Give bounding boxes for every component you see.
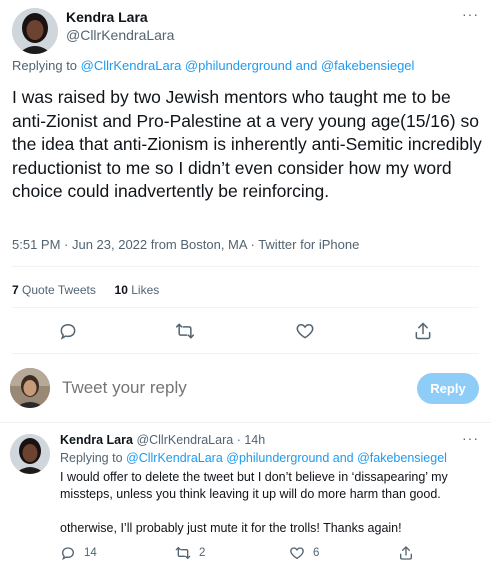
- author-name[interactable]: Kendra Lara: [66, 9, 148, 25]
- reply-author-handle[interactable]: @CllrKendraLara: [136, 433, 233, 447]
- author-avatar[interactable]: [12, 8, 58, 54]
- tweet-meta: 5:51 PM · Jun 23, 2022 from Boston, MA ·…: [12, 237, 359, 252]
- retweet-count: 2: [199, 547, 206, 559]
- reply-text: I would offer to delete the tweet but I …: [60, 469, 480, 554]
- replying-prefix: Replying to: [12, 58, 78, 73]
- like-count: 6: [313, 547, 320, 559]
- replying-handles[interactable]: @CllrKendraLara @philunderground and @fa…: [81, 58, 415, 73]
- like-icon: [290, 547, 304, 560]
- reply-paragraph: I would offer to delete the tweet but I …: [60, 470, 448, 501]
- divider: [12, 307, 479, 308]
- replying-to: Replying to @CllrKendraLara @philundergr…: [12, 58, 414, 73]
- more-icon[interactable]: ···: [462, 430, 479, 446]
- share-button[interactable]: [398, 545, 414, 561]
- likes-link[interactable]: 10 Likes: [115, 283, 160, 297]
- reply-paragraph: otherwise, I’ll probably just mute it fo…: [60, 521, 402, 535]
- reply-icon: [60, 323, 76, 340]
- divider: [12, 266, 479, 267]
- retweet-icon: [175, 323, 195, 339]
- retweet-button[interactable]: 2: [175, 545, 205, 561]
- reply-header: Kendra Lara @CllrKendraLara · 14h: [60, 433, 265, 447]
- like-label: Likes: [131, 283, 160, 297]
- retweet-button[interactable]: [175, 321, 195, 346]
- like-button[interactable]: [295, 321, 315, 346]
- reply-author-avatar[interactable]: [10, 434, 50, 474]
- reply-time[interactable]: · 14h: [237, 433, 266, 447]
- reply-button[interactable]: 14: [60, 545, 97, 561]
- replying-prefix: Replying to: [60, 451, 123, 465]
- like-count: 10: [114, 283, 128, 297]
- reply-count: 14: [84, 547, 97, 559]
- tweet-timestamp[interactable]: 5:51 PM · Jun 23, 2022 from Boston, MA: [12, 237, 247, 252]
- reply-submit-button[interactable]: Reply: [417, 373, 479, 404]
- like-icon: [296, 323, 314, 339]
- divider: [0, 422, 491, 423]
- share-icon: [415, 322, 431, 340]
- reply-button[interactable]: [58, 321, 78, 346]
- tweet-stats: 7 Quote Tweets 10 Likes: [12, 283, 159, 297]
- author-handle[interactable]: @CllrKendraLara: [66, 27, 174, 43]
- quote-tweets-link[interactable]: 7 Quote Tweets: [12, 283, 96, 297]
- user-avatar[interactable]: [10, 368, 50, 408]
- quote-count: 7: [12, 283, 19, 297]
- reply-author-name[interactable]: Kendra Lara: [60, 433, 133, 447]
- like-button[interactable]: 6: [289, 545, 319, 561]
- reply-input[interactable]: [62, 378, 392, 398]
- reply-icon: [61, 547, 75, 561]
- retweet-icon: [175, 547, 191, 559]
- tweet-client[interactable]: · Twitter for iPhone: [250, 237, 359, 252]
- more-icon[interactable]: ···: [462, 6, 479, 22]
- reply-replying-to: Replying to @CllrKendraLara @philundergr…: [60, 451, 447, 465]
- share-button[interactable]: [413, 321, 433, 346]
- replying-handles[interactable]: @CllrKendraLara @philunderground and @fa…: [126, 451, 447, 465]
- quote-label: Quote Tweets: [22, 283, 96, 297]
- share-icon: [400, 546, 412, 560]
- divider: [12, 353, 479, 354]
- tweet-text: I was raised by two Jewish mentors who t…: [12, 87, 482, 201]
